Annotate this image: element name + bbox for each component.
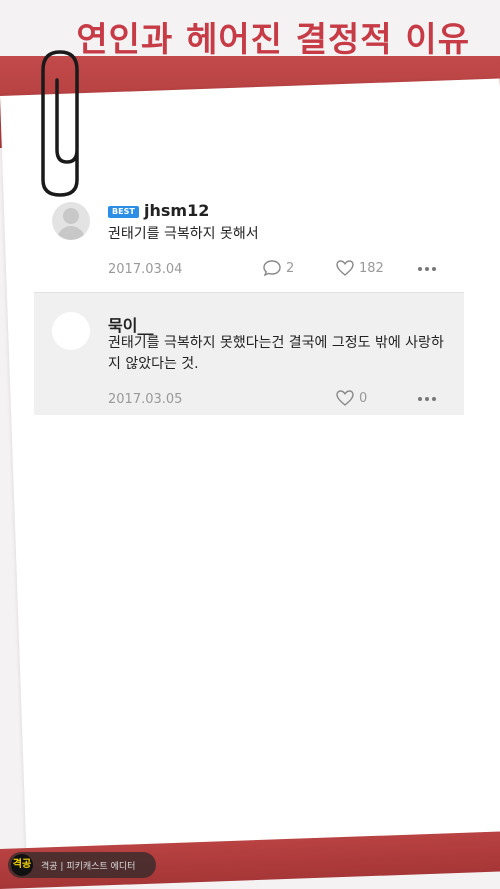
page-title: 연인과 헤어진 결정적 이유 [76,20,470,60]
comment-text: 권태기를 극복하지 못해서 [108,226,259,242]
more-icon[interactable] [418,261,438,277]
default-avatar-icon[interactable] [52,202,90,240]
like-button[interactable]: 0 [335,389,367,407]
more-icon[interactable] [418,391,438,407]
heart-icon [336,260,354,276]
paperclip-icon [41,50,79,197]
comment-text: 권태기를 극복하지 못했다는건 결국에 그정도 밖에 사랑하지 않았다는 것. [108,335,444,372]
watermark-text: 격공 | 피키캐스트 에디터 [41,861,136,872]
watermark-logo: 격공 [11,854,33,876]
reply-button[interactable]: 2 [262,259,294,277]
like-count: 0 [359,390,368,406]
comment-date: 2017.03.04 [108,262,183,277]
reply-count: 2 [286,260,295,276]
comment-date: 2017.03.05 [108,392,183,407]
reply-icon [263,260,281,277]
best-badge: BEST [108,206,139,218]
like-button[interactable]: 182 [335,259,384,277]
heart-icon [336,390,354,406]
comment-nickname[interactable]: jhsm12 [144,201,209,220]
comment-best: BEST jhsm12 권태기를 극복하지 못해서 2017.03.04 2 1… [34,190,464,290]
watermark: 격공 격공 | 피키캐스트 에디터 [8,852,156,878]
like-count: 182 [359,260,384,276]
comment-reply: 묵이__ 권태기를 극복하지 못했다는건 결국에 그정도 밖에 사랑하지 않았다… [34,292,464,415]
avatar[interactable] [52,312,90,350]
